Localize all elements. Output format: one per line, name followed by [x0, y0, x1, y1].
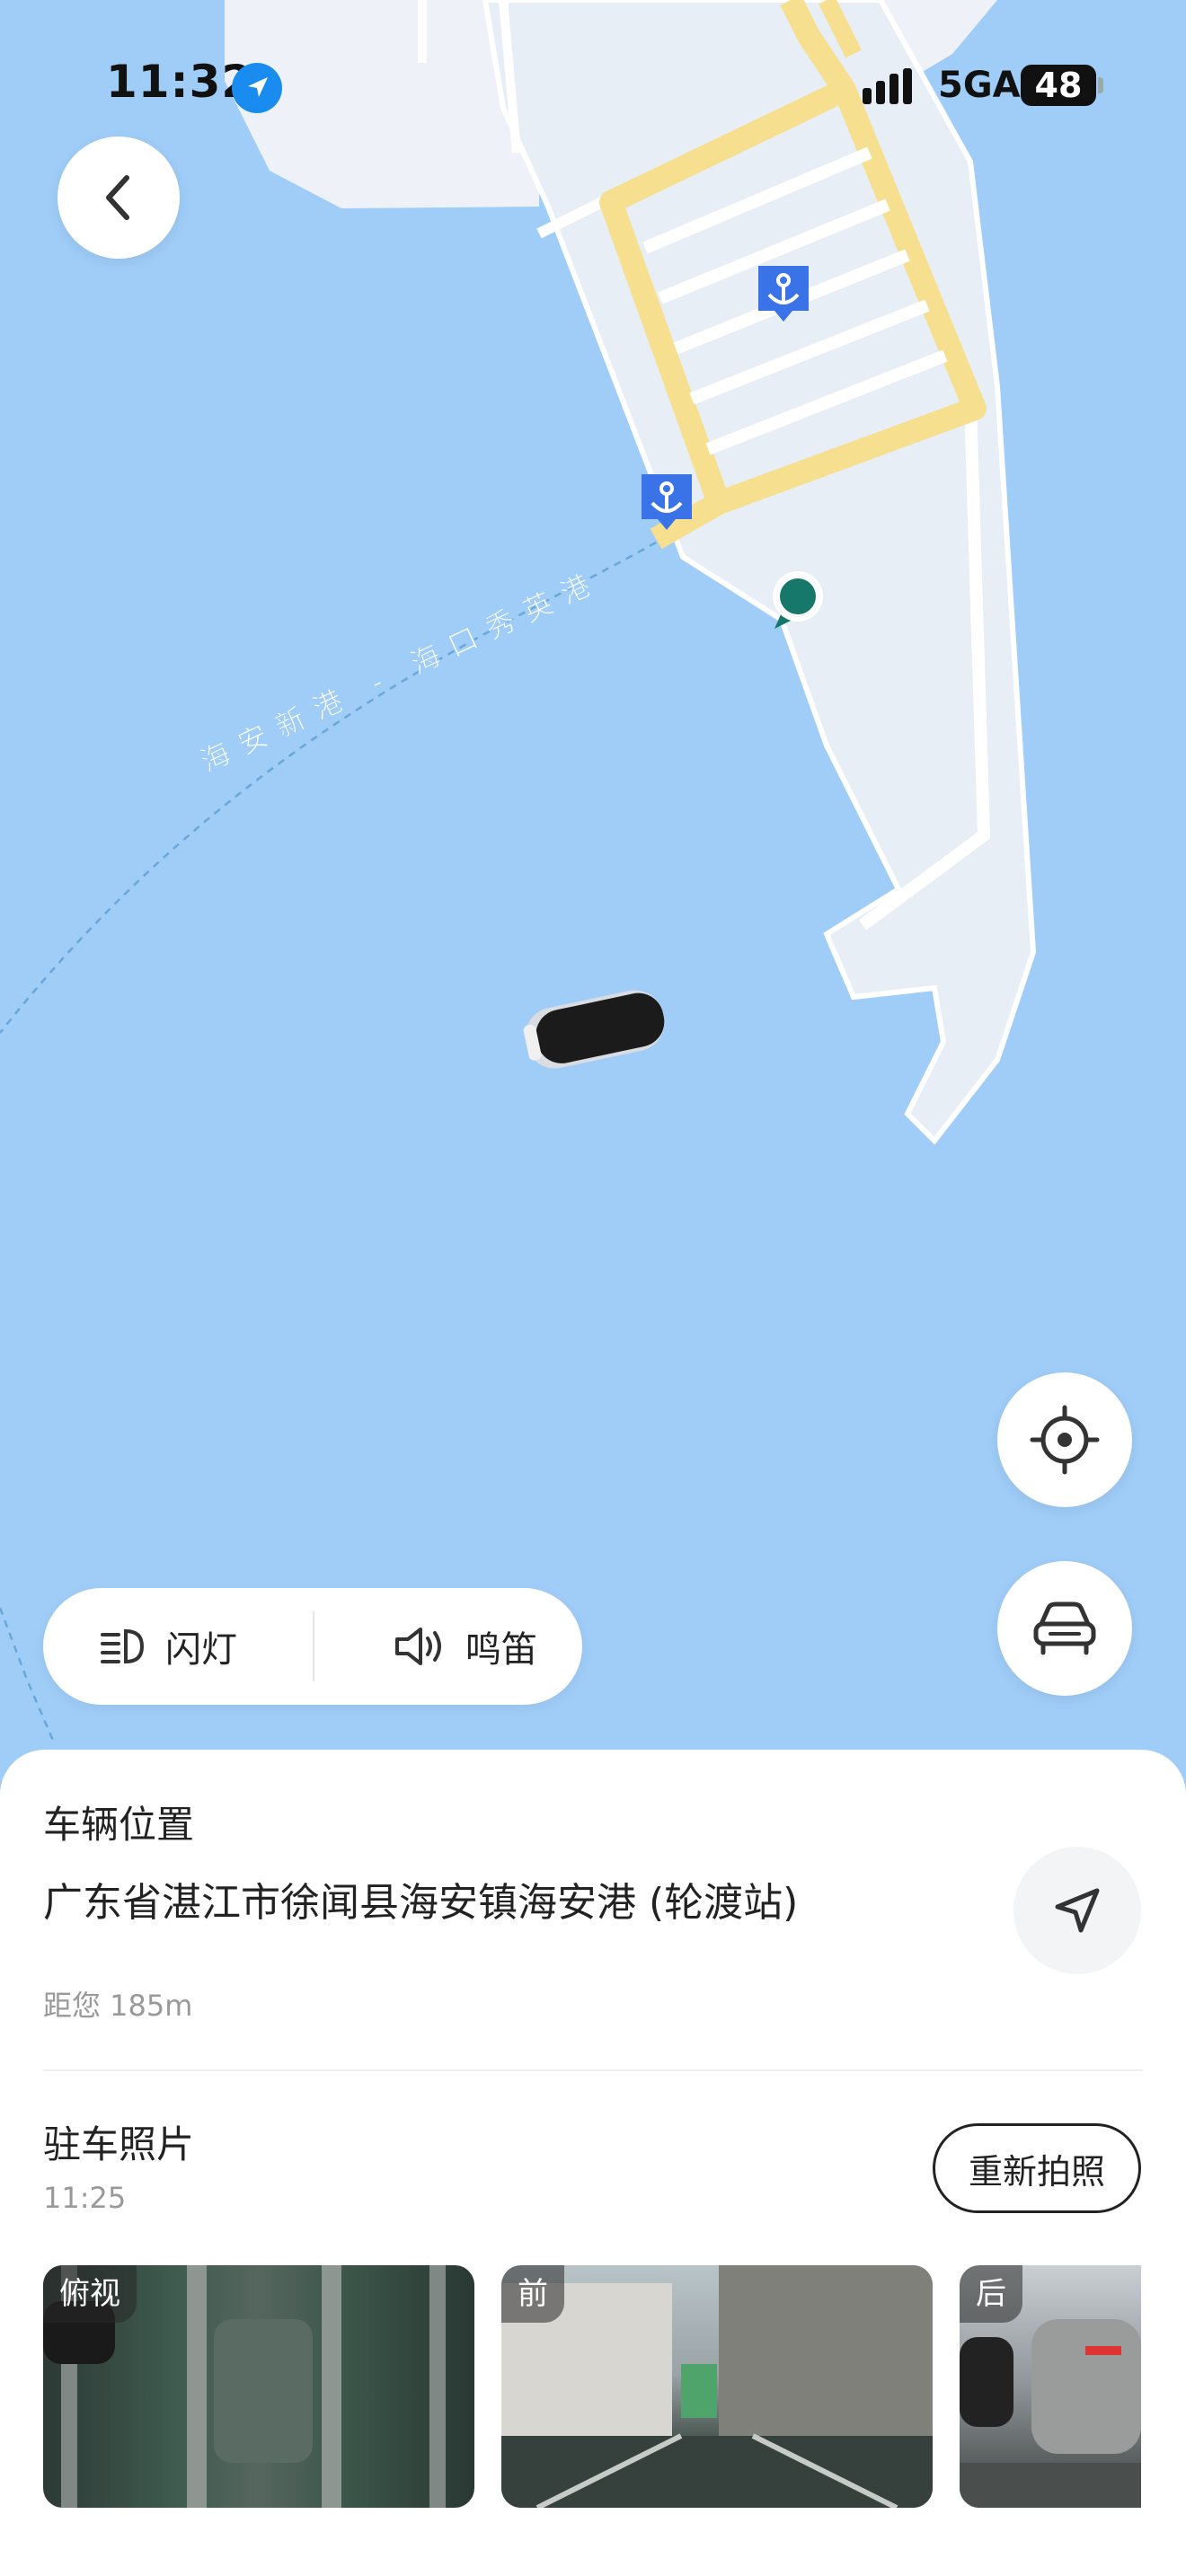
back-button[interactable] — [58, 137, 180, 259]
battery-indicator: 48 — [1021, 65, 1096, 106]
photo-label: 后 — [960, 2265, 1022, 2323]
photo-rear-view[interactable]: 后 — [960, 2265, 1141, 2508]
locate-me-button[interactable] — [997, 1372, 1132, 1507]
navigation-arrow-icon — [1055, 1888, 1100, 1933]
location-services-icon — [232, 63, 282, 113]
honk-horn-button[interactable]: 鸣笛 — [394, 1588, 582, 1705]
section-divider — [43, 2069, 1143, 2071]
battery-tip — [1098, 77, 1103, 93]
vehicle-location-title: 车辆位置 — [43, 1803, 195, 1847]
photo-label: 前 — [501, 2265, 564, 2323]
photo-top-view[interactable]: 俯视 — [43, 2265, 474, 2508]
car-front-icon — [1033, 1601, 1096, 1655]
crosshair-icon — [1030, 1405, 1100, 1475]
photo-label: 俯视 — [43, 2265, 137, 2323]
flash-lights-button[interactable]: 闪灯 — [99, 1588, 313, 1705]
distance-text: 距您 185m — [43, 1989, 193, 2023]
retake-photo-button[interactable]: 重新拍照 — [933, 2123, 1141, 2213]
photo-front-view-image — [501, 2265, 933, 2508]
vehicle-address: 广东省湛江市徐闻县海安镇海安港 (轮渡站) — [43, 1880, 799, 1926]
cellular-signal-icon — [861, 68, 924, 111]
headlight-icon — [101, 1628, 145, 1664]
map-view[interactable]: 海安新港 - 海口秀英港 — [0, 0, 1186, 1787]
chevron-left-icon — [106, 175, 129, 220]
flash-lights-label: 闪灯 — [165, 1629, 237, 1671]
honk-horn-label: 鸣笛 — [465, 1629, 537, 1671]
parking-photos-title: 驻车照片 — [43, 2122, 195, 2166]
photo-front-view[interactable]: 前 — [501, 2265, 933, 2508]
pill-divider — [313, 1611, 314, 1681]
navigate-button[interactable] — [1013, 1847, 1141, 1974]
vehicle-locate-button[interactable] — [997, 1561, 1132, 1696]
network-type: 5GA — [938, 65, 1021, 106]
photo-time: 11:25 — [43, 2181, 127, 2215]
vehicle-actions-pill: 闪灯 鸣笛 — [43, 1588, 582, 1705]
speaker-icon — [395, 1628, 441, 1665]
